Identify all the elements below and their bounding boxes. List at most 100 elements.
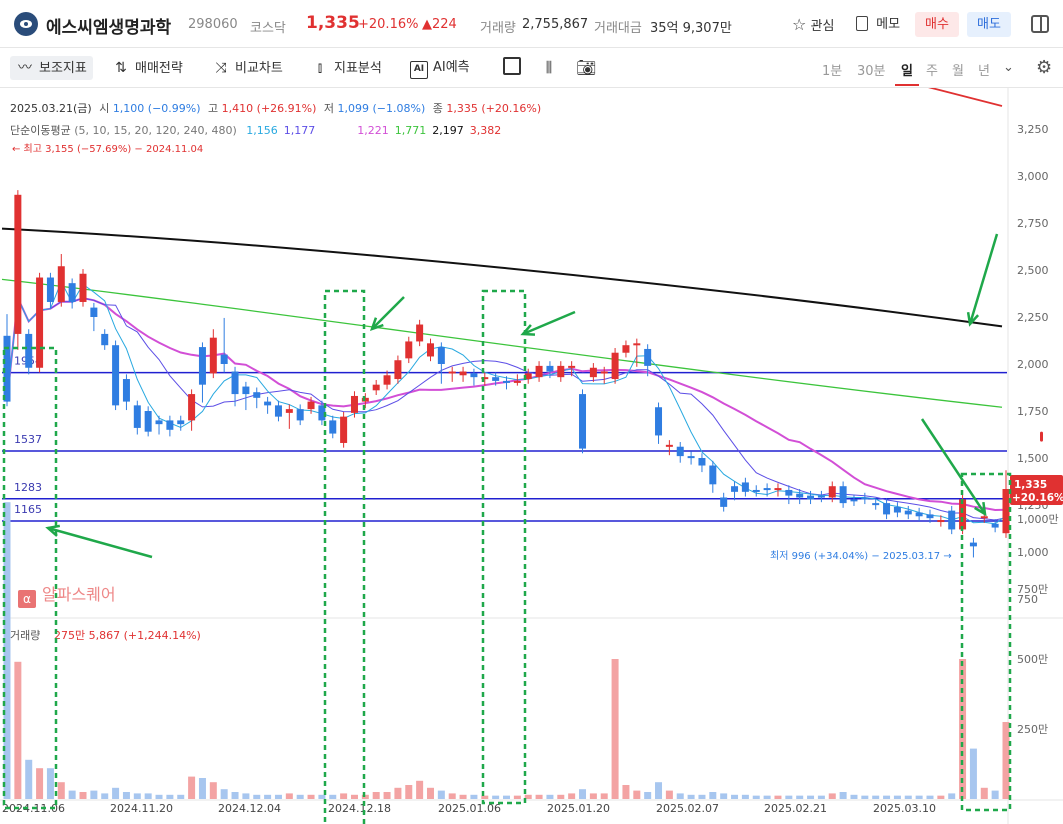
candle-body [437,347,445,364]
max-price-note: ← 최고 3,155 (−57.69%) − 2024.11.04 [12,143,203,155]
candle-body [980,516,988,519]
indicator-button[interactable]: 〰 보조지표 [10,56,93,80]
volume-bar [253,794,261,799]
candle-body [741,482,749,492]
period-day[interactable]: 일 [901,60,913,79]
candle-body [46,277,54,302]
candle-body [579,394,587,449]
candle-body [57,266,65,302]
volume-bar [177,794,185,799]
high-value: 1,410 (+26.91%) [221,102,317,115]
volume-bar [937,795,945,799]
x-tick-label: 2025.03.10 [873,802,936,815]
volume-bar [394,787,402,799]
candle-body [383,375,391,385]
candle-type-button[interactable]: ⫼ [540,56,563,80]
compare-chart-button[interactable]: ⤨ 비교차트 [212,56,282,80]
candle-body [969,542,977,547]
sell-button[interactable]: 매도 [967,12,1011,37]
alphasquare-watermark: α 알파스퀘어 [18,581,116,608]
volume-tick-label: 500만 [1017,653,1048,666]
candle-body [68,283,76,302]
candle-body [14,194,22,334]
candle-body [915,512,923,517]
support-line-label: 1283 [14,481,42,494]
candle-body [188,394,196,421]
volume-bar [546,794,554,799]
candle-body [492,377,500,381]
volume-bar [448,793,456,799]
candle-body [763,488,771,491]
volume-info: 275만 5,867 (+1,244.14%) [54,629,201,642]
period-week[interactable]: 주 [926,60,938,79]
volume-tick-label: 1,000만 [1017,513,1059,526]
period-selected-indicator [895,84,919,86]
settings-gear-icon[interactable]: ⚙ [1036,57,1052,78]
volume-bar [872,795,880,799]
candle-body [133,405,141,428]
candle-body [416,324,424,342]
volume-bar [416,780,424,799]
volume-bar [915,795,923,799]
stock-name[interactable]: 에스씨엠생명과학 [46,13,171,38]
price-chart-area[interactable]: 3,250 3,000 2,750 2,500 2,250 2,000 1,750 1,500… [0,88,1063,824]
memo-button[interactable]: 메모 [856,13,900,37]
volume-bar [188,776,196,799]
memo-icon [856,16,868,31]
moving-average-legend[interactable]: 단순이동평균 (5, 10, 15, 20, 120, 240, 480) 1,… [10,122,501,138]
period-dropdown-chevron-icon[interactable]: ⌄ [1003,60,1014,75]
buy-button[interactable]: 매수 [915,12,959,37]
volume-bar [731,794,739,799]
period-1min[interactable]: 1분 [822,60,842,79]
current-price: 1,335 [306,13,360,33]
volume-bar [46,768,54,799]
candle-body [36,277,44,368]
ai-forecast-button[interactable]: AI AI예측 [410,56,470,80]
stock-code: 298060 [188,17,238,32]
volume-bar [198,778,206,799]
square-icon [503,57,521,75]
candle-body [785,489,793,496]
side-panel-toggle-icon[interactable] [1031,15,1049,33]
square-draw-button[interactable] [503,56,521,80]
chart-toolbar: 〰 보조지표 ⇅ 매매전략 ⤨ 비교차트 ⫾ 지표분석 AI AI예측 ⫼ 📷︎ 1분 3… [0,48,1063,88]
candle-body [459,371,467,376]
volume-bar [90,790,98,799]
period-year[interactable]: 년 [978,60,990,79]
x-tick-label: 2024.11.20 [110,802,173,815]
candle-body [774,488,782,491]
candle-body [687,456,695,459]
candle-body [285,409,293,413]
volume-bar [101,793,109,799]
candle-body [948,510,956,530]
volume-label: 거래량 [480,21,516,36]
candle-body [535,365,543,378]
candle-body [850,499,858,502]
watch-button[interactable]: ☆ 관심 [792,13,834,37]
y-tick-label: 2,750 [1017,217,1049,230]
volume-bar [492,795,500,799]
support-line-label: 1165 [14,503,42,516]
screenshot-button[interactable]: 📷︎ [576,56,599,80]
period-month[interactable]: 월 [952,60,964,79]
chart-canvas[interactable]: 3,250 3,000 2,750 2,500 2,250 2,000 1,750 1,500… [0,88,1063,824]
trading-strategy-button[interactable]: ⇅ 매매전략 [112,56,183,80]
indicator-analysis-button[interactable]: ⫾ 지표분석 [311,56,382,80]
ma-label: 단순이동평균 [10,124,71,137]
volume-bar [383,792,391,799]
volume-bar [513,795,521,799]
y-tick-label: 2,000 [1017,358,1049,371]
candle-body [752,489,760,492]
x-tick-label: 2024.12.04 [218,802,281,815]
volume-bar [948,793,956,799]
volume-bar [807,795,815,799]
candle-body [893,506,901,513]
y-tick-label: 1,750 [1017,405,1049,418]
period-30min[interactable]: 30분 [857,60,886,79]
x-tick-label: 2024.12.18 [328,802,391,815]
alert-marker [1040,431,1043,442]
candle-body [828,486,836,498]
turnover-value: 35억 9,307만 [650,21,732,36]
volume-bar [817,795,825,799]
candle-body [709,465,717,485]
